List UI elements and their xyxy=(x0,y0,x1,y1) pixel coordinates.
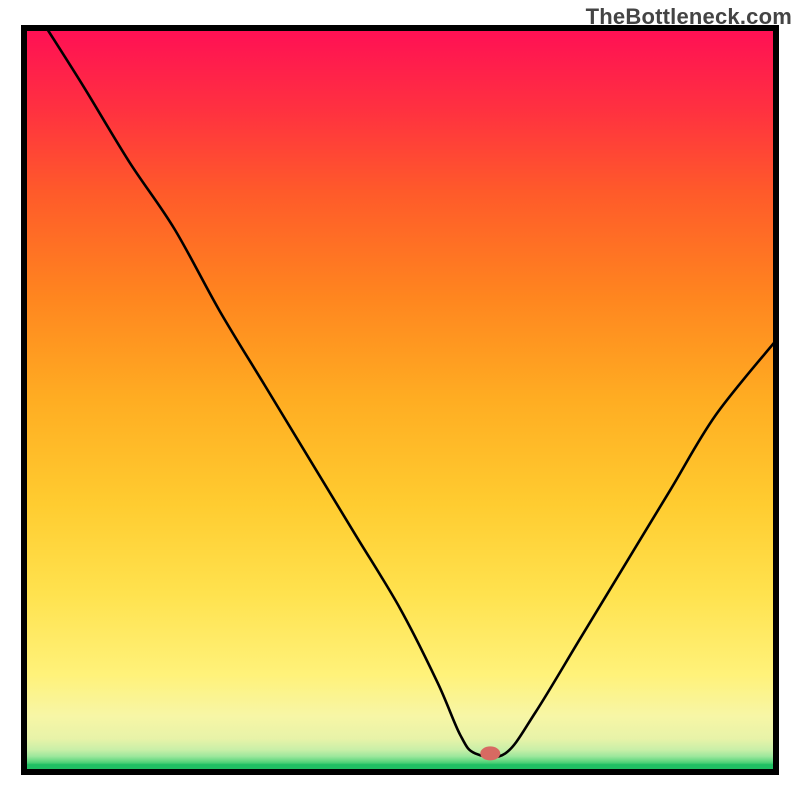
chart-stage: TheBottleneck.com xyxy=(0,0,800,800)
bottleneck-chart xyxy=(0,0,800,800)
watermark-label: TheBottleneck.com xyxy=(586,4,792,30)
optimal-marker xyxy=(480,746,500,760)
gradient-background xyxy=(24,28,776,772)
